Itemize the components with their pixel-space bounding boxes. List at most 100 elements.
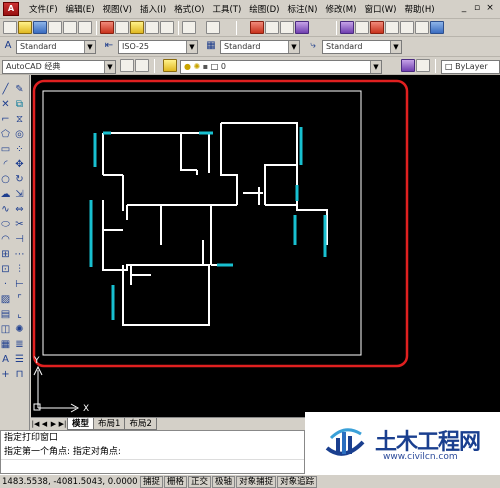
design-center-icon[interactable] [355, 21, 369, 34]
join-icon[interactable]: ⊢ [14, 278, 25, 292]
minimize-icon[interactable]: _ [458, 3, 470, 14]
insert-block-icon[interactable]: ⊞ [0, 248, 11, 262]
circle-icon[interactable]: ○ [0, 173, 11, 187]
multileader-style-select[interactable]: Standard ▼ [322, 40, 402, 54]
chevron-down-icon[interactable]: ▼ [186, 41, 197, 53]
help-icon[interactable] [430, 21, 444, 34]
scale-icon[interactable]: ⇲ [14, 188, 25, 202]
close-icon[interactable]: × [484, 3, 496, 14]
table-style-select[interactable]: Standard ▼ [220, 40, 300, 54]
properties-icon[interactable] [340, 21, 354, 34]
zoom-realtime-icon[interactable] [265, 21, 279, 34]
pan-icon[interactable] [250, 21, 264, 34]
print-preview-icon[interactable] [63, 21, 77, 34]
markup-icon[interactable] [400, 21, 414, 34]
hatch-icon[interactable]: ▨ [0, 293, 11, 307]
first-tab-icon[interactable]: |◀ [31, 419, 40, 429]
extend-icon[interactable]: ⊣ [14, 233, 25, 247]
drawing-canvas[interactable]: X Y [31, 75, 500, 417]
layer-tool-icon[interactable]: ≣ [14, 338, 25, 352]
menu-modify[interactable]: 修改(M) [321, 3, 360, 15]
tab-layout2[interactable]: 布局2 [124, 418, 157, 430]
sheet-set-icon[interactable] [385, 21, 399, 34]
print-icon[interactable] [48, 21, 62, 34]
menu-insert[interactable]: 插入(I) [136, 3, 170, 15]
point-icon[interactable]: · [0, 278, 11, 292]
copy-icon[interactable] [115, 21, 129, 34]
text-style-icon[interactable]: A [2, 40, 14, 53]
gradient-icon[interactable]: ▤ [0, 308, 11, 322]
color-select[interactable]: □ ByLayer [441, 60, 500, 74]
erase-icon[interactable]: ✎ [14, 83, 25, 97]
pipe-icon[interactable]: ⊓ [14, 368, 25, 382]
workspace-select[interactable]: AutoCAD 经典 ▼ [2, 60, 116, 74]
rotate-icon[interactable]: ↻ [14, 173, 25, 187]
revision-cloud-icon[interactable]: ☁ [0, 188, 11, 202]
redo-icon[interactable] [206, 21, 220, 34]
ortho-toggle[interactable]: 正交 [188, 475, 212, 488]
polyline-icon[interactable]: ⌐ [0, 113, 11, 127]
menu-file[interactable]: 文件(F) [25, 3, 62, 15]
layer-manager-icon[interactable] [163, 59, 177, 72]
construction-line-icon[interactable]: ✕ [0, 98, 11, 112]
stretch-icon[interactable]: ⇔ [14, 203, 25, 217]
trim-icon[interactable]: ✂ [14, 218, 25, 232]
workspace-settings-icon[interactable] [120, 59, 134, 72]
save-icon[interactable] [33, 21, 47, 34]
menu-tools[interactable]: 工具(T) [208, 3, 245, 15]
line-icon[interactable]: ╱ [0, 83, 11, 97]
layer-previous-icon[interactable] [416, 59, 430, 72]
new-file-icon[interactable] [3, 21, 17, 34]
prev-tab-icon[interactable]: ◀ [40, 419, 49, 429]
menu-view[interactable]: 视图(V) [99, 3, 136, 15]
explode-icon[interactable]: ✺ [14, 323, 25, 337]
arc-icon[interactable]: ◜ [0, 158, 11, 172]
zoom-previous-icon[interactable] [295, 21, 309, 34]
zoom-window-icon[interactable] [280, 21, 294, 34]
snap-toggle[interactable]: 捕捉 [140, 475, 164, 488]
menu-draw[interactable]: 绘图(D) [245, 3, 283, 15]
command-line-window[interactable]: 指定打印窗口 指定第一个角点: 指定对角点: [0, 430, 305, 474]
add-selected-icon[interactable]: + [0, 368, 11, 382]
multileader-style-icon[interactable]: ⤷ [307, 40, 319, 53]
polygon-icon[interactable]: ⬠ [0, 128, 11, 142]
fillet-icon[interactable]: ⌞ [14, 308, 25, 322]
chevron-down-icon[interactable]: ▼ [370, 61, 381, 73]
publish-icon[interactable] [78, 21, 92, 34]
menu-window[interactable]: 窗口(W) [360, 3, 400, 15]
tab-layout1[interactable]: 布局1 [93, 418, 126, 430]
calculator-icon[interactable] [415, 21, 429, 34]
rectangle-icon[interactable]: ▭ [0, 143, 11, 157]
make-current-layer-icon[interactable] [401, 59, 415, 72]
chamfer-icon[interactable]: ⌜ [14, 293, 25, 307]
table-icon[interactable]: ▦ [0, 338, 11, 352]
offset-icon[interactable]: ◎ [14, 128, 25, 142]
text-style-select[interactable]: Standard ▼ [16, 40, 96, 54]
block-editor-icon[interactable] [160, 21, 174, 34]
layer-select[interactable]: ● ✺ ▪ □ 0 ▼ [180, 60, 382, 74]
make-block-icon[interactable]: ⊡ [0, 263, 11, 277]
dim-style-select[interactable]: ISO-25 ▼ [118, 40, 198, 54]
next-tab-icon[interactable]: ▶ [49, 419, 58, 429]
menu-format[interactable]: 格式(O) [170, 3, 208, 15]
menu-dimension[interactable]: 标注(N) [283, 3, 321, 15]
region-icon[interactable]: ◫ [0, 323, 11, 337]
cad-app-icon[interactable]: A [3, 2, 19, 16]
menu-help[interactable]: 帮助(H) [401, 3, 439, 15]
chevron-down-icon[interactable]: ▼ [390, 41, 401, 53]
mirror-icon[interactable]: ⧖ [14, 113, 25, 127]
break-icon[interactable]: ⫶ [14, 263, 25, 277]
open-file-icon[interactable] [18, 21, 32, 34]
ellipse-arc-icon[interactable]: ◠ [0, 233, 11, 247]
tab-model[interactable]: 模型 [67, 418, 95, 430]
grid-toggle[interactable]: 栅格 [164, 475, 188, 488]
chevron-down-icon[interactable]: ▼ [104, 61, 115, 73]
move-icon[interactable]: ✥ [14, 158, 25, 172]
multiline-text-icon[interactable]: A [0, 353, 11, 367]
menu-edit[interactable]: 编辑(E) [62, 3, 99, 15]
table-style-icon[interactable]: ▦ [205, 40, 217, 53]
copy-object-icon[interactable]: ⧉ [14, 98, 25, 112]
polar-toggle[interactable]: 极轴 [212, 475, 236, 488]
workspace-save-icon[interactable] [135, 59, 149, 72]
spline-icon[interactable]: ∿ [0, 203, 11, 217]
